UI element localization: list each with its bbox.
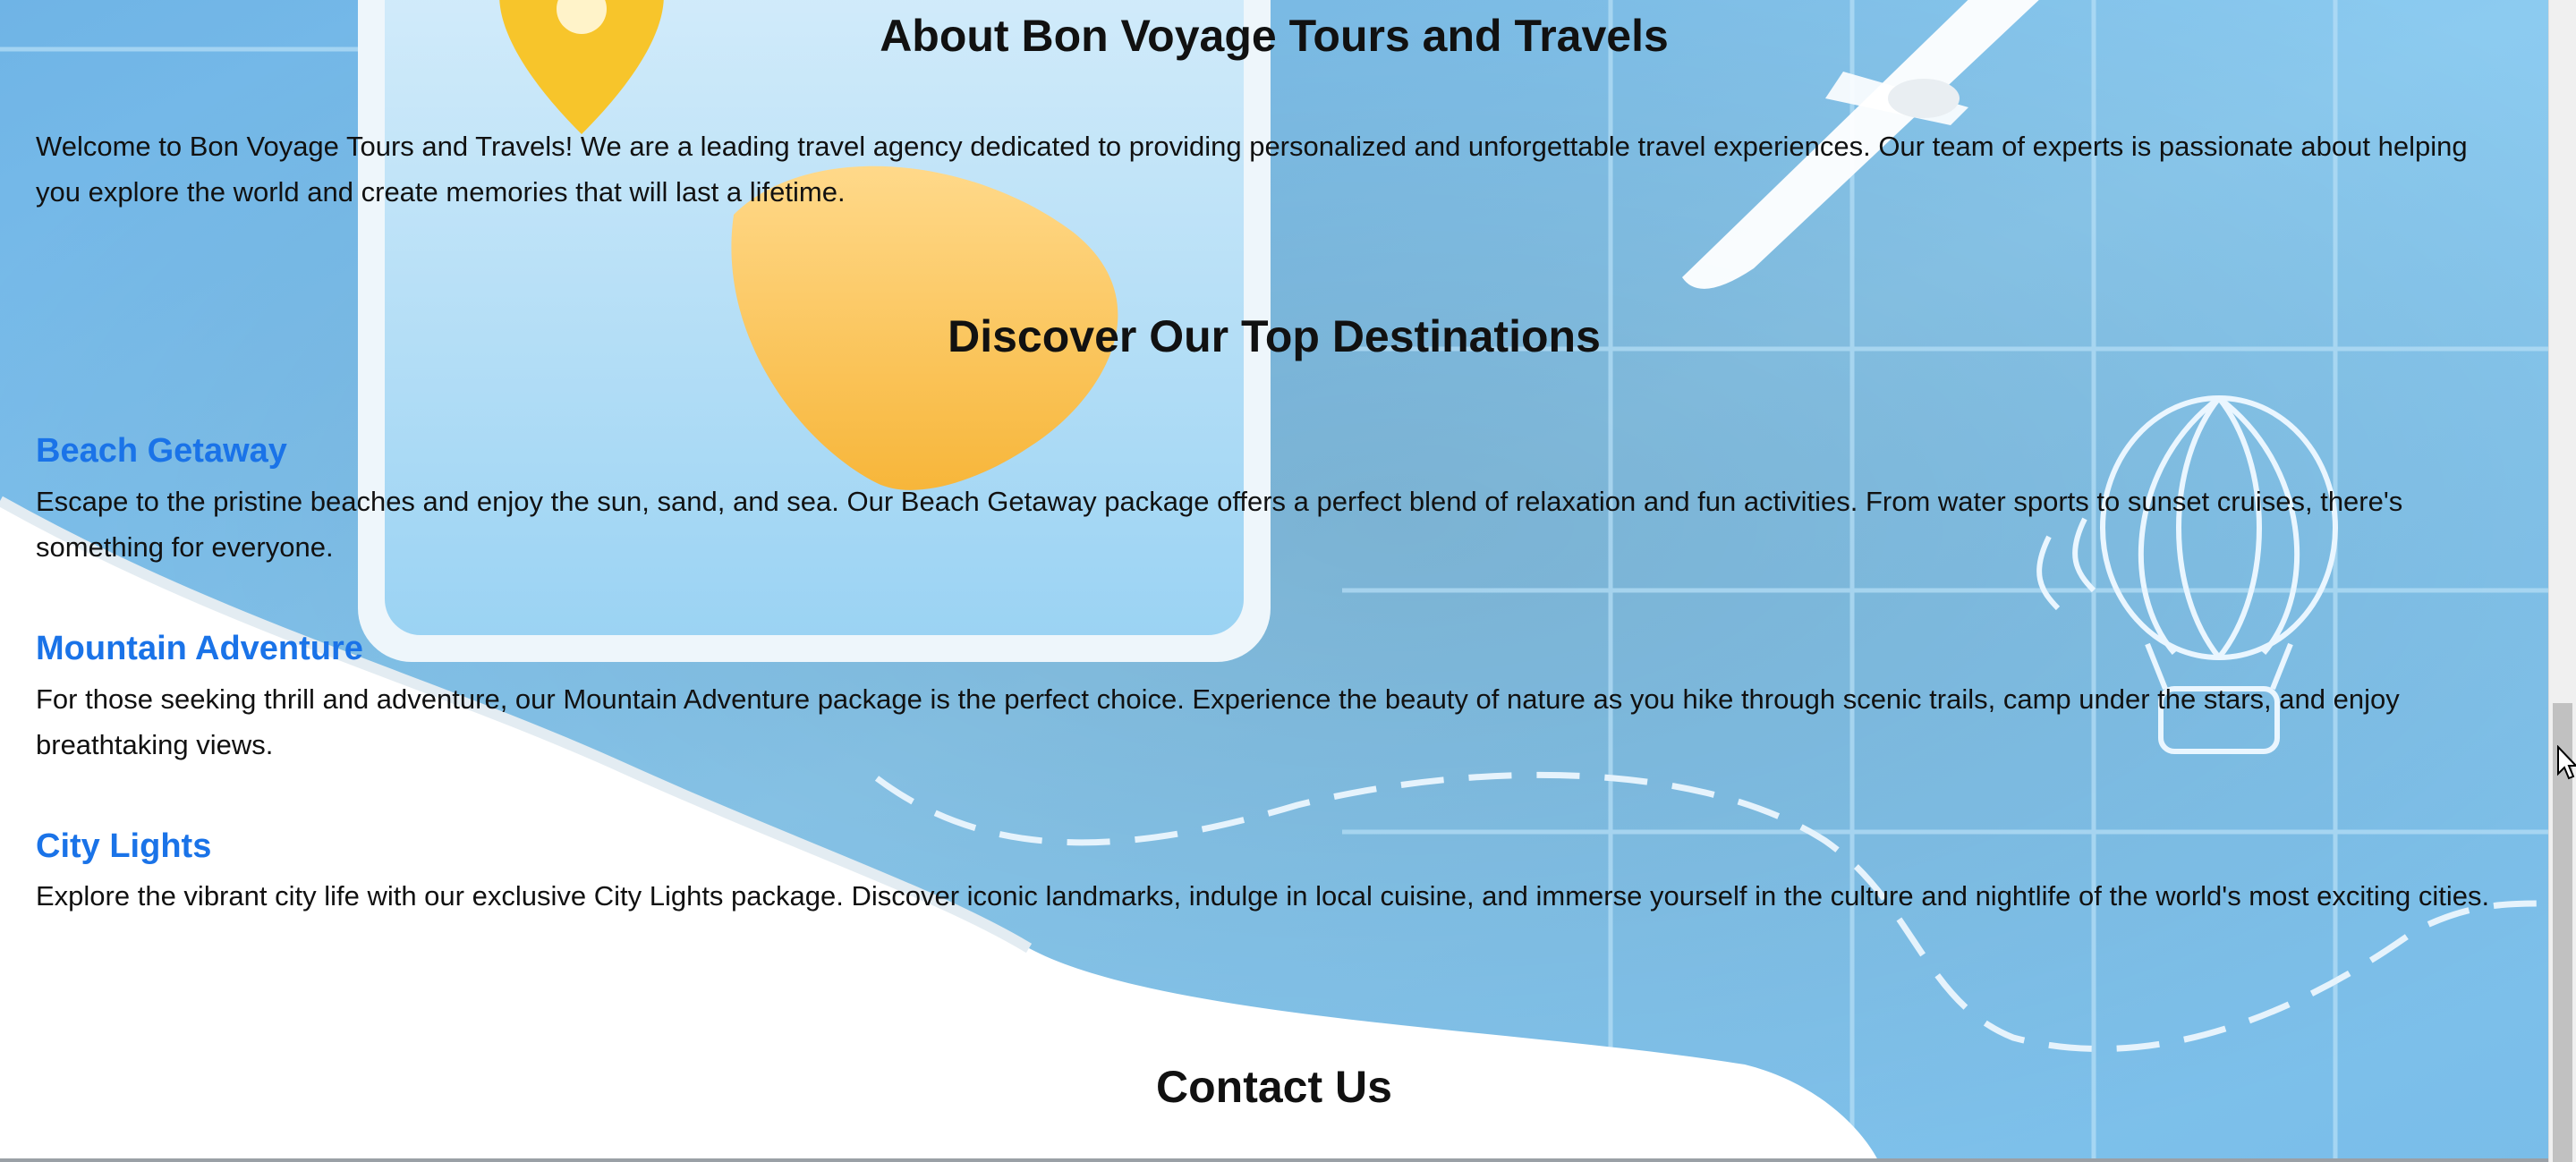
destination-title-mountain-adventure[interactable]: Mountain Adventure	[36, 628, 363, 669]
destinations-heading: Discover Our Top Destinations	[948, 311, 1601, 361]
destination-title-beach-getaway[interactable]: Beach Getaway	[36, 430, 287, 471]
vertical-scrollbar[interactable]	[2548, 0, 2576, 1162]
page-viewport: About Bon Voyage Tours and Travels Welco…	[0, 0, 2576, 1162]
mouse-cursor-icon	[2557, 745, 2576, 780]
destination-description-mountain-adventure: For those seeking thrill and adventure, …	[36, 683, 2400, 760]
about-text: Welcome to Bon Voyage Tours and Travels!…	[36, 131, 2468, 208]
destination-description-beach-getaway: Escape to the pristine beaches and enjoy…	[36, 486, 2403, 563]
page-bottom-divider	[0, 1158, 2548, 1162]
destination-description-city-lights: Explore the vibrant city life with our e…	[36, 880, 2490, 912]
contact-heading: Contact Us	[1156, 1062, 1392, 1112]
page-content: About Bon Voyage Tours and Travels Welco…	[0, 0, 2548, 1162]
destination-title-city-lights[interactable]: City Lights	[36, 826, 211, 867]
about-heading: About Bon Voyage Tours and Travels	[880, 11, 1669, 61]
